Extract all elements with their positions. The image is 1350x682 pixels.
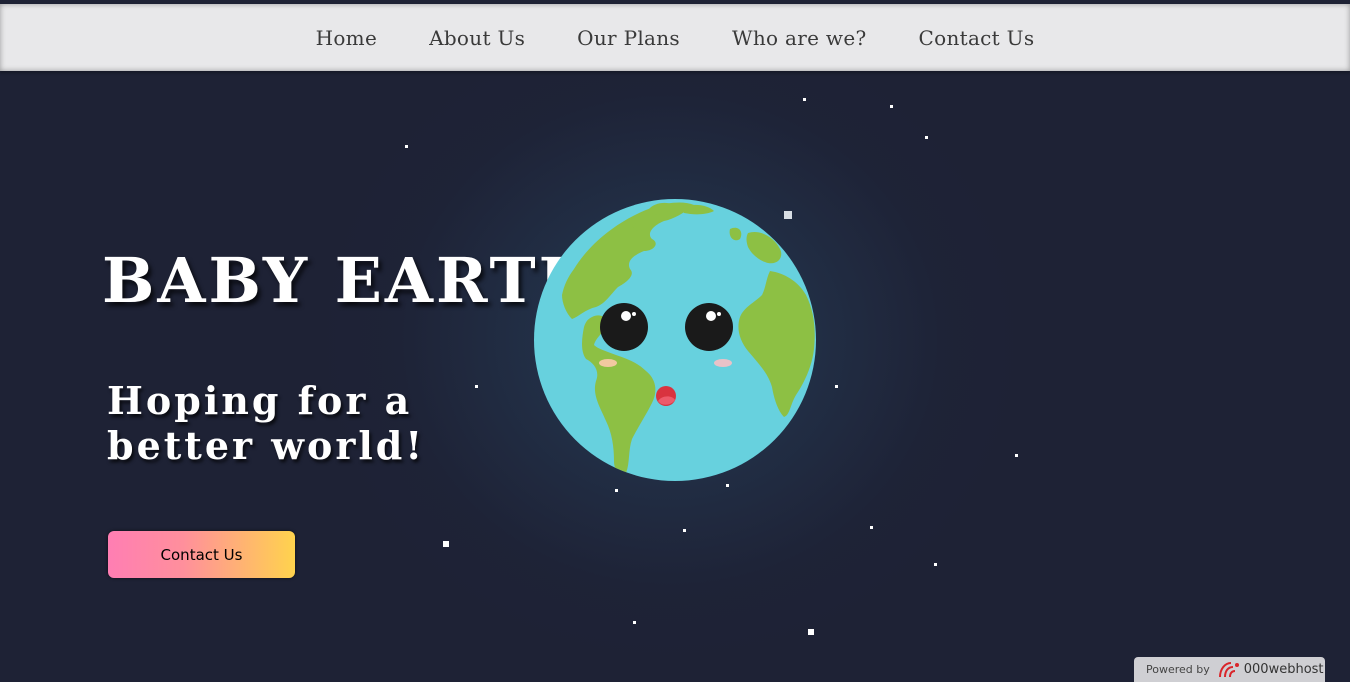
star (934, 563, 937, 566)
star (683, 529, 686, 532)
star (633, 621, 636, 624)
star (726, 484, 729, 487)
contact-us-button[interactable]: Contact Us (108, 531, 295, 578)
star (443, 541, 449, 547)
nav-item-about-us[interactable]: About Us (429, 26, 525, 50)
hero-subtitle: Hoping for a better world! (107, 378, 467, 468)
hero-subtitle-line-2: better world! (107, 423, 426, 468)
nav-item-contact-us[interactable]: Contact Us (919, 26, 1035, 50)
top-navigation: Home About Us Our Plans Who are we? Cont… (0, 4, 1350, 71)
star (808, 629, 814, 635)
star (803, 98, 806, 101)
powered-by-label: Powered by (1146, 663, 1210, 676)
page: Home About Us Our Plans Who are we? Cont… (0, 0, 1350, 682)
earth-illustration-icon (534, 199, 816, 481)
nav-item-home[interactable]: Home (316, 26, 377, 50)
star (870, 526, 873, 529)
star (615, 489, 618, 492)
star (890, 105, 893, 108)
nav-item-who-are-we[interactable]: Who are we? (732, 26, 867, 50)
star (475, 385, 478, 388)
hero-title: BABY EARTH (102, 244, 601, 317)
star (925, 136, 928, 139)
000webhost-brand: 000webhost (1243, 662, 1324, 677)
000webhost-logo-icon (1217, 661, 1241, 679)
star (835, 385, 838, 388)
star (1015, 454, 1018, 457)
hero-subtitle-line-1: Hoping for a (107, 378, 413, 423)
nav-item-our-plans[interactable]: Our Plans (577, 26, 680, 50)
star (405, 145, 408, 148)
powered-by-badge[interactable]: Powered by 000webhost (1134, 657, 1325, 682)
